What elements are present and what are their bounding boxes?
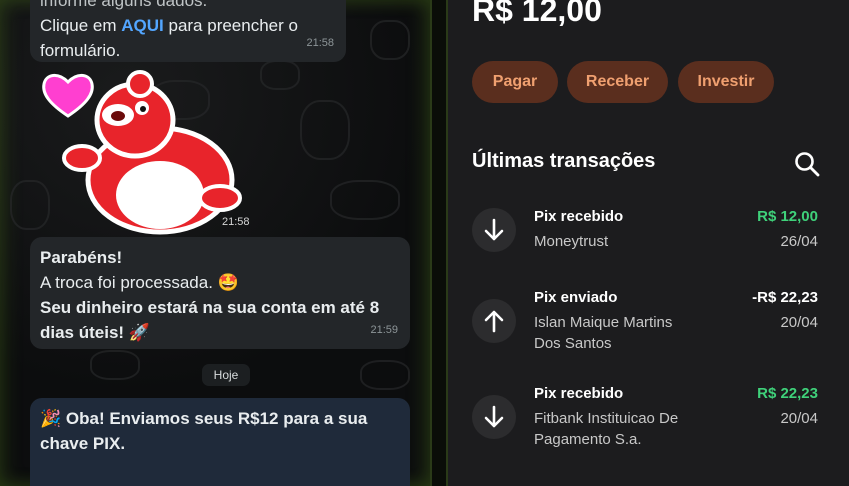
transaction-type: Pix enviado — [534, 289, 618, 306]
transaction-party-line: Dos Santos — [534, 335, 612, 352]
transaction-date: 20/04 — [780, 314, 818, 331]
message-text: dias úteis! 🚀 — [40, 323, 150, 342]
message-title: Parabéns! — [40, 248, 123, 267]
bear-sticker[interactable] — [40, 70, 255, 235]
message-time: 21:58 — [306, 37, 334, 49]
search-icon[interactable] — [794, 151, 820, 177]
message-text-suffix: para preencher o — [163, 16, 298, 35]
message-text: chave PIX. — [40, 434, 126, 453]
chat-panel: informe alguns dados. Clique em AQUI par… — [0, 0, 432, 486]
message-text: A troca foi processada. 🤩 — [40, 273, 239, 292]
message-text: Clique em AQUI para preencher o — [40, 13, 336, 38]
pay-button[interactable]: Pagar — [472, 61, 558, 103]
transaction-party-line: Moneytrust — [534, 233, 609, 250]
transaction-type: Pix recebido — [534, 208, 624, 225]
transaction-item[interactable]: Pix recebido Moneytrust R$ 12,00 26/04 — [472, 206, 818, 266]
transaction-amount: R$ 12,00 — [757, 208, 818, 225]
arrow-down-icon — [472, 395, 516, 439]
transaction-amount: -R$ 22,23 — [752, 289, 818, 306]
day-separator: Hoje — [202, 364, 250, 386]
invest-button[interactable]: Investir — [678, 61, 774, 103]
transaction-party: Islan Maique Martins Dos Santos — [534, 312, 724, 354]
chat-message-pix: 🎉 Oba! Enviamos seus R$12 para a sua cha… — [30, 398, 410, 486]
account-balance: R$ 12,00 — [472, 0, 602, 28]
transaction-party-line: Islan Maique Martins — [534, 314, 673, 331]
transaction-party-line: Fitbank Instituicao De — [534, 410, 679, 427]
message-text: formulário. — [40, 41, 121, 60]
transaction-party: Moneytrust — [534, 231, 724, 252]
message-text: Seu dinheiro estará na sua conta em até … — [40, 298, 380, 317]
transaction-item[interactable]: Pix enviado Islan Maique Martins Dos San… — [472, 287, 818, 357]
chat-message-form: informe alguns dados. Clique em AQUI par… — [30, 0, 346, 62]
transaction-type: Pix recebido — [534, 385, 624, 402]
bank-panel: R$ 12,00 Pagar Receber Investir Últimas … — [446, 0, 849, 486]
transaction-date: 20/04 — [780, 410, 818, 427]
transactions-title: Últimas transações — [472, 150, 656, 172]
chat-message-exchange: Parabéns! A troca foi processada. 🤩 Seu … — [30, 237, 410, 349]
message-text-prefix: Clique em — [40, 16, 122, 35]
transaction-item[interactable]: Pix recebido Fitbank Instituicao De Paga… — [472, 383, 818, 453]
heart-icon — [42, 74, 94, 118]
message-text: informe alguns dados. — [40, 0, 208, 10]
message-time: 21:59 — [370, 324, 398, 336]
transaction-date: 26/04 — [780, 233, 818, 250]
arrow-up-icon — [472, 299, 516, 343]
sticker-time: 21:58 — [222, 216, 250, 228]
arrow-down-icon — [472, 208, 516, 252]
receive-button[interactable]: Receber — [567, 61, 668, 103]
message-text: 🎉 Oba! Enviamos seus R$12 para a sua — [40, 409, 368, 428]
transaction-party-line: Pagamento S.a. — [534, 431, 642, 448]
transaction-party: Fitbank Instituicao De Pagamento S.a. — [534, 408, 724, 450]
transaction-amount: R$ 22,23 — [757, 385, 818, 402]
form-link[interactable]: AQUI — [121, 16, 164, 35]
